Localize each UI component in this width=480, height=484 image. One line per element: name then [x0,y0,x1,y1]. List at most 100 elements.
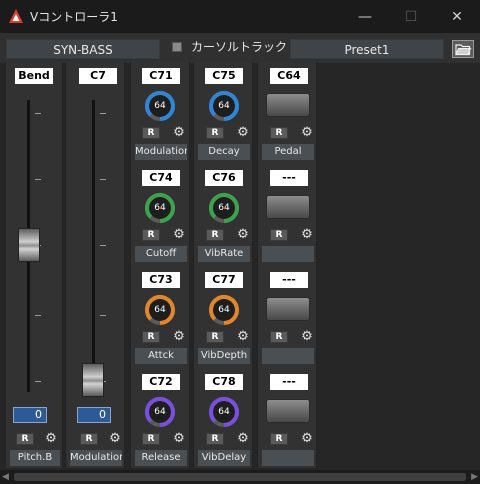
reset-button[interactable]: R [206,331,224,343]
knob[interactable]: 64 [207,191,241,225]
maximize-button[interactable]: ☐ [388,0,434,33]
reset-button[interactable]: R [142,127,160,139]
reset-button[interactable]: R [270,127,288,139]
knob-value: 64 [218,305,230,315]
reset-button[interactable]: R [206,229,224,241]
horizontal-scrollbar[interactable]: ◀ ▶ [0,470,480,484]
gear-icon[interactable]: ⚙ [300,432,314,446]
knob-name-label: VibDepth [198,348,250,364]
gear-icon[interactable]: ⚙ [236,330,250,344]
pad-name-label [262,348,314,364]
cursor-track-checkbox[interactable] [172,42,182,52]
knob-value: 64 [218,101,230,111]
knob-name-label: Attck [135,348,187,364]
knob[interactable]: 64 [143,191,177,225]
slider-tick [100,113,106,114]
reset-button[interactable]: R [142,433,160,445]
close-button[interactable]: ✕ [434,0,480,33]
gear-icon[interactable]: ⚙ [172,432,186,446]
gear-icon[interactable]: ⚙ [108,432,122,446]
slider-tick [35,179,41,180]
gear-icon[interactable]: ⚙ [172,228,186,242]
gear-icon[interactable]: ⚙ [44,432,58,446]
reset-button[interactable]: R [80,433,98,445]
gear-icon[interactable]: ⚙ [236,228,250,242]
pad-button[interactable] [266,399,310,423]
gear-icon[interactable]: ⚙ [236,126,250,140]
knob-cc-label: C78 [205,374,243,390]
knob-value: 64 [154,101,166,111]
pad-cc-label: C64 [270,68,308,84]
knob-name-label: Release [135,450,187,466]
pad-name-label: Pedal [262,144,314,160]
minimize-button[interactable]: — [342,0,388,33]
knob[interactable]: 64 [143,293,177,327]
reset-button[interactable]: R [142,331,160,343]
pad-cc-label: --- [270,374,308,390]
knob-cc-label: C74 [142,170,180,186]
knob[interactable]: 64 [207,293,241,327]
knob[interactable]: 64 [143,89,177,123]
scroll-left-arrow-icon[interactable]: ◀ [2,470,9,484]
modulation-slider-handle[interactable] [82,363,104,397]
knob[interactable]: 64 [207,89,241,123]
pad-cc-label: --- [270,170,308,186]
slider-cc-label: Bend [15,68,53,84]
folder-open-icon [455,44,472,56]
app-logo-icon [9,9,23,23]
slider-tick [35,315,41,316]
knob-cc-label: C76 [205,170,243,186]
gear-icon[interactable]: ⚙ [172,330,186,344]
knob-value: 64 [154,305,166,315]
knob[interactable]: 64 [207,395,241,429]
pad-button[interactable] [266,195,310,219]
reset-button[interactable]: R [142,229,160,241]
slider-value-field[interactable]: 0 [13,407,47,423]
reset-button[interactable]: R [206,433,224,445]
pad-name-label [262,246,314,262]
slider-tick [35,113,41,114]
slider-tick [100,179,106,180]
knob-value: 64 [154,407,166,417]
gear-icon[interactable]: ⚙ [236,432,250,446]
slider-value-field[interactable]: 0 [77,407,111,423]
gear-icon[interactable]: ⚙ [300,126,314,140]
reset-button[interactable]: R [270,433,288,445]
slider-track [92,100,95,392]
gear-icon[interactable]: ⚙ [300,330,314,344]
knob-cc-label: C77 [205,272,243,288]
knob-cc-label: C75 [205,68,243,84]
knob-name-label: Cutoff [135,246,187,262]
slider-name-label: Pitch.B [10,450,60,466]
slider-tick [100,315,106,316]
knob-cc-label: C73 [142,272,180,288]
window-title: Vコントローラ1 [30,10,118,24]
title-bar: Vコントローラ1 — ☐ ✕ [0,0,480,33]
knob-value: 64 [154,203,166,213]
reset-button[interactable]: R [270,331,288,343]
cursor-track-label: カーソルトラック [191,40,288,54]
folder-open-button[interactable] [452,40,474,58]
gear-icon[interactable]: ⚙ [300,228,314,242]
slider-cc-label: C7 [79,68,117,84]
preset-field[interactable]: Preset1 [290,39,444,59]
knob-name-label: Modulation [135,144,187,160]
scroll-right-arrow-icon[interactable]: ▶ [471,470,478,484]
reset-button[interactable]: R [270,229,288,241]
reset-button[interactable]: R [206,127,224,139]
knob-value: 64 [218,203,230,213]
knob-name-label: VibDelay [198,450,250,466]
pad-cc-label: --- [270,272,308,288]
gear-icon[interactable]: ⚙ [172,126,186,140]
pad-name-label [262,450,314,466]
pad-button[interactable] [266,93,310,117]
pad-button[interactable] [266,297,310,321]
knob-cc-label: C71 [142,68,180,84]
knob[interactable]: 64 [143,395,177,429]
reset-button[interactable]: R [16,433,34,445]
slider-name-label: Modulation [70,450,122,466]
slider-tick [35,381,41,382]
pitch-bend-slider-handle[interactable] [18,228,40,262]
instrument-field[interactable]: SYN-BASS [6,39,160,59]
scrollbar-thumb[interactable] [14,473,466,481]
